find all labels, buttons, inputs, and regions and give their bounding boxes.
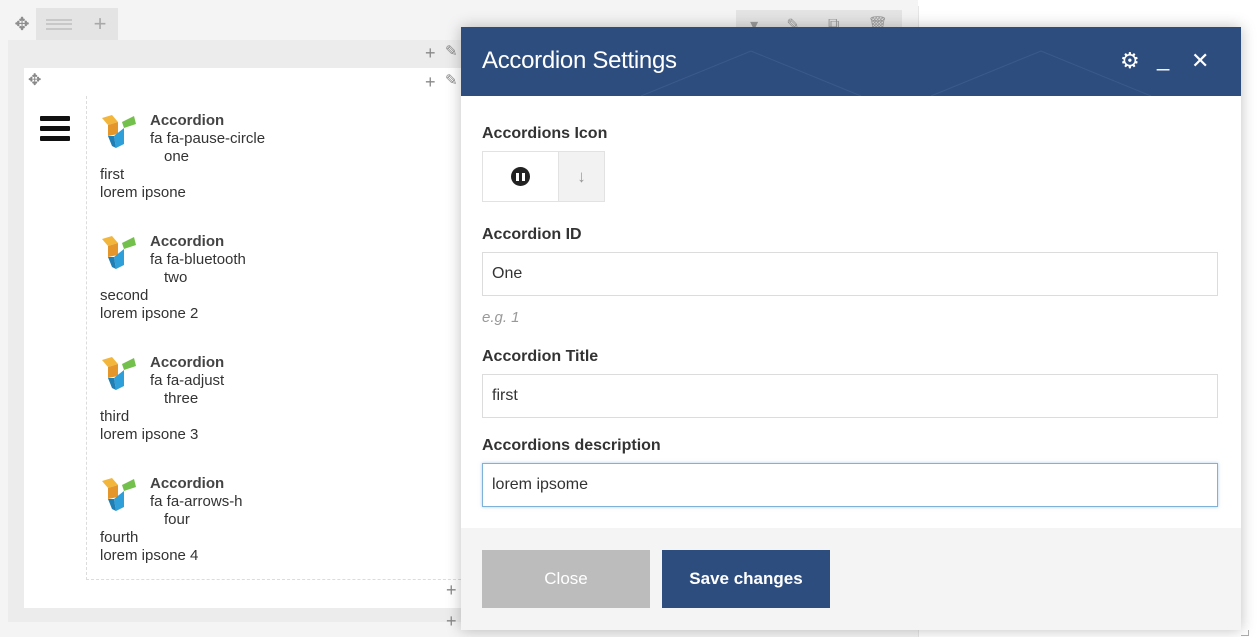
- add-element-icon[interactable]: +: [425, 73, 436, 91]
- accordion-icon-value: fa fa-pause-circle: [150, 130, 266, 147]
- accordion-title-value: third: [100, 408, 130, 425]
- add-element-icon[interactable]: +: [425, 44, 436, 62]
- menu-icon[interactable]: [40, 116, 70, 146]
- arrows-move-icon[interactable]: ✥: [28, 73, 41, 89]
- accordion-title-value: fourth: [100, 529, 139, 546]
- accordion-id-field[interactable]: [482, 252, 1218, 296]
- accordion-description-value: lorem ipsone 3: [100, 426, 199, 443]
- save-changes-button[interactable]: Save changes: [662, 550, 830, 608]
- modal-title: Accordion Settings: [482, 47, 677, 74]
- accordion-id-label: Accordion ID: [482, 226, 582, 243]
- visual-composer-logo-icon: [102, 236, 136, 269]
- edit-element-icon[interactable]: ✎: [445, 73, 458, 88]
- close-button[interactable]: Close: [482, 550, 650, 608]
- accordion-id-value: three: [164, 390, 199, 407]
- accordion-id-value: two: [164, 269, 188, 286]
- modal-footer: Close Save changes: [461, 528, 1241, 630]
- accordion-title-field[interactable]: [482, 374, 1218, 418]
- accordions-icon-label: Accordions Icon: [482, 125, 608, 142]
- arrow-down-icon[interactable]: ↓: [558, 152, 604, 201]
- accordion-title-label: Accordion Title: [482, 348, 599, 365]
- minimize-icon[interactable]: _: [1157, 45, 1169, 73]
- accordion-icon-value: fa fa-bluetooth: [150, 251, 246, 268]
- accordion-icon-value: fa fa-arrows-h: [150, 493, 243, 510]
- accordion-list: Accordion fa fa-pause-circle one first l…: [86, 96, 466, 580]
- accordion-icon-value: fa fa-adjust: [150, 372, 225, 389]
- accordion-settings-modal: Accordion Settings ⚙ _ ✕ Accordions Icon…: [461, 27, 1241, 630]
- modal-header[interactable]: Accordion Settings ⚙ _ ✕: [461, 27, 1241, 96]
- accordion-id-value: one: [164, 148, 190, 165]
- gear-icon[interactable]: ⚙: [1120, 47, 1140, 75]
- accordion-description-field[interactable]: [482, 463, 1218, 507]
- element-name: Accordion: [150, 233, 225, 250]
- arrows-move-icon[interactable]: ✥: [8, 8, 36, 40]
- accordion-description-value: lorem ipsone 4: [100, 547, 199, 564]
- accordion-id-value: four: [164, 511, 190, 528]
- accordion-title-value: first: [100, 166, 125, 183]
- accordion-description-label: Accordions description: [482, 437, 661, 454]
- visual-composer-logo-icon: [102, 357, 136, 390]
- selected-icon[interactable]: [483, 152, 558, 201]
- visual-composer-logo-icon: [102, 478, 136, 511]
- row-toolbar-left: ✥ +: [8, 8, 118, 40]
- add-row-icon[interactable]: +: [446, 612, 457, 630]
- element-name: Accordion: [150, 112, 225, 129]
- plus-icon[interactable]: +: [82, 8, 118, 40]
- accordion-description-value: lorem ipsone: [100, 184, 186, 201]
- accordion-id-hint: e.g. 1: [482, 309, 520, 326]
- element-name: Accordion: [150, 354, 225, 371]
- row-layout-icon[interactable]: [36, 8, 82, 40]
- add-element-icon[interactable]: +: [446, 581, 457, 599]
- accordion-description-value: lorem ipsone 2: [100, 305, 199, 322]
- visual-composer-logo-icon: [102, 115, 136, 148]
- edit-column-icon[interactable]: ✎: [445, 44, 458, 59]
- icon-picker[interactable]: ↓: [482, 151, 605, 202]
- close-icon[interactable]: ✕: [1191, 47, 1209, 75]
- accordion-title-value: second: [100, 287, 149, 304]
- resize-handle-icon[interactable]: [1241, 630, 1249, 636]
- element-name: Accordion: [150, 475, 225, 492]
- pause-circle-icon: [511, 167, 530, 186]
